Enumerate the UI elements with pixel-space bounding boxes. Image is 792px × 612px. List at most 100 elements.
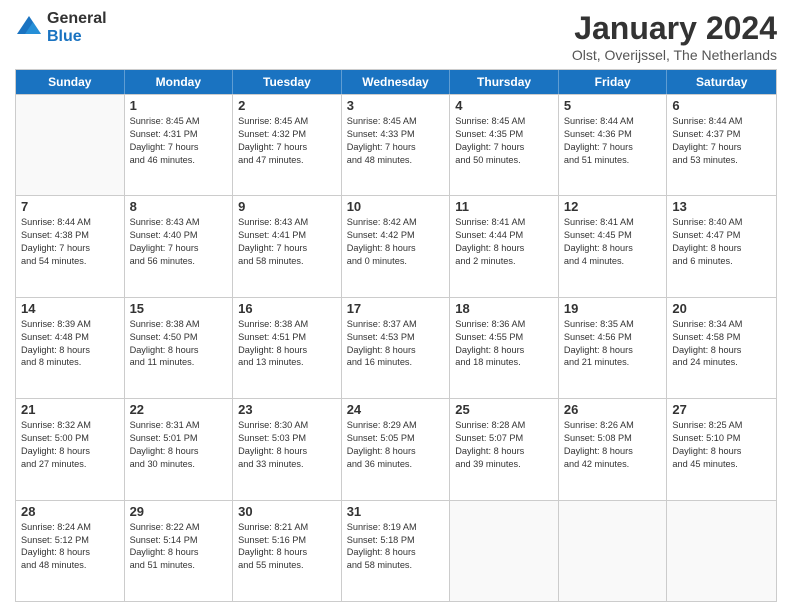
cell-info-line: Daylight: 8 hours bbox=[238, 546, 336, 559]
cell-info-line: Sunset: 4:50 PM bbox=[130, 331, 228, 344]
calendar-cell: 7Sunrise: 8:44 AMSunset: 4:38 PMDaylight… bbox=[16, 196, 125, 296]
calendar-cell: 10Sunrise: 8:42 AMSunset: 4:42 PMDayligh… bbox=[342, 196, 451, 296]
cell-info-line: Daylight: 7 hours bbox=[564, 141, 662, 154]
cell-info-line: Daylight: 7 hours bbox=[238, 242, 336, 255]
cell-info-line: Sunrise: 8:25 AM bbox=[672, 419, 771, 432]
cell-info-line: and 16 minutes. bbox=[347, 356, 445, 369]
calendar-cell: 27Sunrise: 8:25 AMSunset: 5:10 PMDayligh… bbox=[667, 399, 776, 499]
cell-info-line: Sunrise: 8:45 AM bbox=[347, 115, 445, 128]
calendar-day-header: Tuesday bbox=[233, 70, 342, 94]
cell-info-line: Sunrise: 8:37 AM bbox=[347, 318, 445, 331]
cell-info-line: Daylight: 8 hours bbox=[238, 344, 336, 357]
day-number: 8 bbox=[130, 199, 228, 214]
cell-info-line: and 50 minutes. bbox=[455, 154, 553, 167]
cell-info-line: Sunset: 4:47 PM bbox=[672, 229, 771, 242]
calendar-cell: 9Sunrise: 8:43 AMSunset: 4:41 PMDaylight… bbox=[233, 196, 342, 296]
cell-info-line: Sunrise: 8:30 AM bbox=[238, 419, 336, 432]
cell-info-line: Daylight: 8 hours bbox=[21, 546, 119, 559]
day-number: 31 bbox=[347, 504, 445, 519]
calendar-week: 28Sunrise: 8:24 AMSunset: 5:12 PMDayligh… bbox=[16, 500, 776, 601]
cell-info-line: Sunset: 5:12 PM bbox=[21, 534, 119, 547]
cell-info-line: Daylight: 8 hours bbox=[455, 242, 553, 255]
cell-info-line: and 24 minutes. bbox=[672, 356, 771, 369]
calendar-cell: 30Sunrise: 8:21 AMSunset: 5:16 PMDayligh… bbox=[233, 501, 342, 601]
day-number: 2 bbox=[238, 98, 336, 113]
cell-info-line: Sunset: 4:37 PM bbox=[672, 128, 771, 141]
cell-info-line: Sunrise: 8:28 AM bbox=[455, 419, 553, 432]
calendar-week: 7Sunrise: 8:44 AMSunset: 4:38 PMDaylight… bbox=[16, 195, 776, 296]
cell-info-line: Sunset: 4:42 PM bbox=[347, 229, 445, 242]
cell-info-line: Sunrise: 8:32 AM bbox=[21, 419, 119, 432]
calendar-cell: 6Sunrise: 8:44 AMSunset: 4:37 PMDaylight… bbox=[667, 95, 776, 195]
calendar-cell: 13Sunrise: 8:40 AMSunset: 4:47 PMDayligh… bbox=[667, 196, 776, 296]
cell-info-line: and 30 minutes. bbox=[130, 458, 228, 471]
day-number: 6 bbox=[672, 98, 771, 113]
day-number: 27 bbox=[672, 402, 771, 417]
cell-info-line: Sunrise: 8:43 AM bbox=[130, 216, 228, 229]
calendar-cell: 15Sunrise: 8:38 AMSunset: 4:50 PMDayligh… bbox=[125, 298, 234, 398]
cell-info-line: Sunrise: 8:36 AM bbox=[455, 318, 553, 331]
cell-info-line: and 33 minutes. bbox=[238, 458, 336, 471]
cell-info-line: Sunrise: 8:45 AM bbox=[238, 115, 336, 128]
day-number: 7 bbox=[21, 199, 119, 214]
cell-info-line: Sunrise: 8:44 AM bbox=[672, 115, 771, 128]
calendar-cell: 29Sunrise: 8:22 AMSunset: 5:14 PMDayligh… bbox=[125, 501, 234, 601]
cell-info-line: Sunset: 4:48 PM bbox=[21, 331, 119, 344]
calendar-cell: 16Sunrise: 8:38 AMSunset: 4:51 PMDayligh… bbox=[233, 298, 342, 398]
cell-info-line: Daylight: 8 hours bbox=[130, 445, 228, 458]
calendar-cell: 11Sunrise: 8:41 AMSunset: 4:44 PMDayligh… bbox=[450, 196, 559, 296]
cell-info-line: Sunset: 4:51 PM bbox=[238, 331, 336, 344]
calendar-cell: 24Sunrise: 8:29 AMSunset: 5:05 PMDayligh… bbox=[342, 399, 451, 499]
day-number: 14 bbox=[21, 301, 119, 316]
cell-info-line: Daylight: 8 hours bbox=[21, 445, 119, 458]
calendar-cell: 17Sunrise: 8:37 AMSunset: 4:53 PMDayligh… bbox=[342, 298, 451, 398]
cell-info-line: Sunrise: 8:34 AM bbox=[672, 318, 771, 331]
page: General Blue January 2024 Olst, Overijss… bbox=[0, 0, 792, 612]
cell-info-line: Sunset: 5:07 PM bbox=[455, 432, 553, 445]
cell-info-line: Sunset: 4:31 PM bbox=[130, 128, 228, 141]
cell-info-line: Sunset: 4:36 PM bbox=[564, 128, 662, 141]
cell-info-line: and 55 minutes. bbox=[238, 559, 336, 572]
cell-info-line: Sunset: 5:16 PM bbox=[238, 534, 336, 547]
calendar-cell: 5Sunrise: 8:44 AMSunset: 4:36 PMDaylight… bbox=[559, 95, 668, 195]
calendar-cell: 14Sunrise: 8:39 AMSunset: 4:48 PMDayligh… bbox=[16, 298, 125, 398]
cell-info-line: Sunrise: 8:42 AM bbox=[347, 216, 445, 229]
cell-info-line: Daylight: 7 hours bbox=[130, 242, 228, 255]
cell-info-line: Daylight: 8 hours bbox=[130, 344, 228, 357]
cell-info-line: and 0 minutes. bbox=[347, 255, 445, 268]
cell-info-line: Sunrise: 8:29 AM bbox=[347, 419, 445, 432]
day-number: 28 bbox=[21, 504, 119, 519]
cell-info-line: Daylight: 8 hours bbox=[21, 344, 119, 357]
calendar-cell: 21Sunrise: 8:32 AMSunset: 5:00 PMDayligh… bbox=[16, 399, 125, 499]
cell-info-line: Sunset: 4:58 PM bbox=[672, 331, 771, 344]
cell-info-line: Daylight: 8 hours bbox=[238, 445, 336, 458]
cell-info-line: Sunset: 5:08 PM bbox=[564, 432, 662, 445]
cell-info-line: and 53 minutes. bbox=[672, 154, 771, 167]
day-number: 24 bbox=[347, 402, 445, 417]
day-number: 22 bbox=[130, 402, 228, 417]
cell-info-line: and 21 minutes. bbox=[564, 356, 662, 369]
cell-info-line: Daylight: 8 hours bbox=[564, 445, 662, 458]
cell-info-line: Sunrise: 8:41 AM bbox=[564, 216, 662, 229]
cell-info-line: Sunrise: 8:38 AM bbox=[238, 318, 336, 331]
logo-icon bbox=[15, 14, 43, 42]
day-number: 20 bbox=[672, 301, 771, 316]
cell-info-line: Sunset: 4:38 PM bbox=[21, 229, 119, 242]
cell-info-line: Sunrise: 8:35 AM bbox=[564, 318, 662, 331]
cell-info-line: and 48 minutes. bbox=[21, 559, 119, 572]
cell-info-line: Sunset: 4:45 PM bbox=[564, 229, 662, 242]
calendar-cell: 28Sunrise: 8:24 AMSunset: 5:12 PMDayligh… bbox=[16, 501, 125, 601]
cell-info-line: and 11 minutes. bbox=[130, 356, 228, 369]
calendar-cell: 23Sunrise: 8:30 AMSunset: 5:03 PMDayligh… bbox=[233, 399, 342, 499]
day-number: 25 bbox=[455, 402, 553, 417]
logo-text: General Blue bbox=[47, 10, 107, 46]
cell-info-line: Sunset: 5:01 PM bbox=[130, 432, 228, 445]
cell-info-line: Sunset: 4:56 PM bbox=[564, 331, 662, 344]
cell-info-line: Daylight: 8 hours bbox=[455, 445, 553, 458]
cell-info-line: Sunrise: 8:43 AM bbox=[238, 216, 336, 229]
cell-info-line: and 8 minutes. bbox=[21, 356, 119, 369]
cell-info-line: and 48 minutes. bbox=[347, 154, 445, 167]
calendar-week: 1Sunrise: 8:45 AMSunset: 4:31 PMDaylight… bbox=[16, 94, 776, 195]
calendar-cell: 12Sunrise: 8:41 AMSunset: 4:45 PMDayligh… bbox=[559, 196, 668, 296]
cell-info-line: Sunset: 5:05 PM bbox=[347, 432, 445, 445]
